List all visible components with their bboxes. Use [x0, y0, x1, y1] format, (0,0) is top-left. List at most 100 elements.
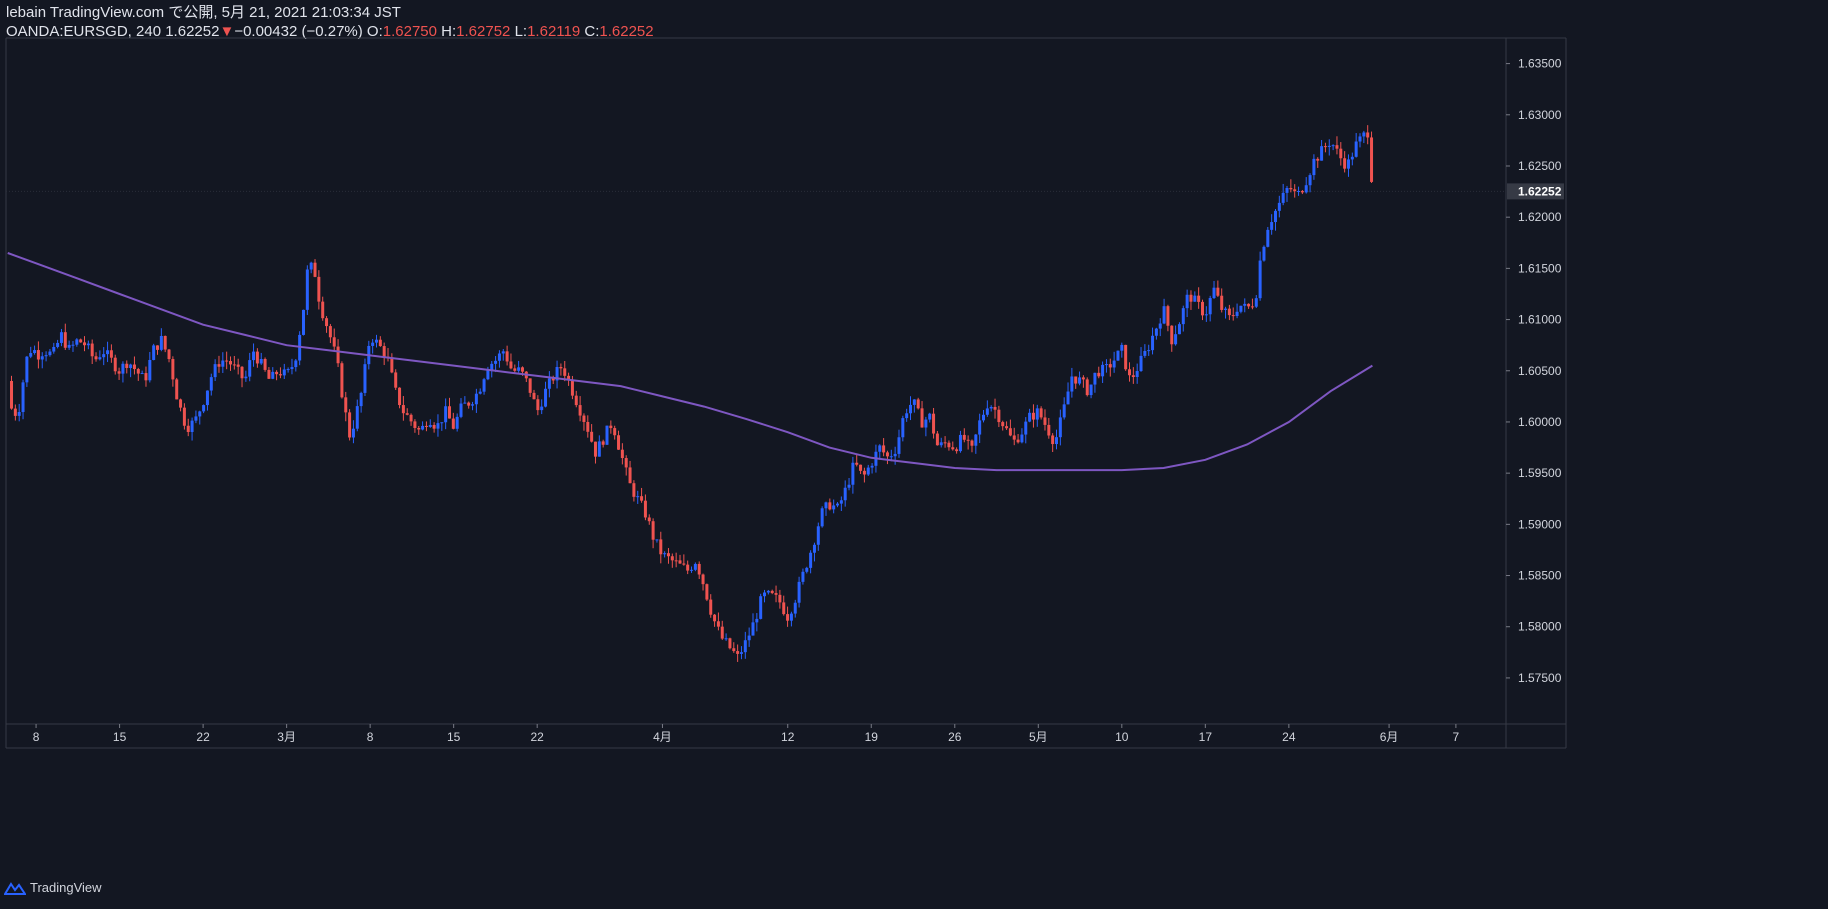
candle-up	[86, 343, 90, 346]
candle-down	[1197, 295, 1201, 302]
candle-up	[148, 359, 152, 381]
candle-up	[1078, 377, 1082, 384]
candle-up	[958, 434, 962, 452]
candle-down	[1370, 137, 1374, 182]
candle-down	[643, 500, 647, 518]
x-tick-label: 8	[33, 730, 40, 744]
candle-up	[1327, 145, 1331, 147]
candle-up	[205, 390, 209, 406]
candle-up	[1281, 192, 1285, 203]
candle-down	[1335, 145, 1339, 149]
candle-down	[144, 373, 148, 381]
candle-up	[1151, 335, 1155, 351]
candle-down	[332, 337, 336, 347]
candle-up	[355, 406, 359, 429]
candle-down	[632, 483, 636, 497]
moving-average-line	[7, 252, 1373, 472]
candle-down	[647, 517, 651, 522]
candle-up	[271, 371, 275, 379]
candle-up	[309, 262, 313, 270]
candle-down	[855, 462, 859, 465]
candle-down	[167, 349, 171, 360]
candle-up	[421, 425, 425, 430]
candle-down	[1216, 287, 1220, 296]
candle-up	[1362, 132, 1366, 137]
candle-down	[563, 368, 567, 376]
candle-up	[17, 412, 21, 416]
candle-down	[528, 378, 532, 393]
candle-down	[786, 614, 790, 621]
candle-down	[263, 359, 267, 370]
candle-down	[255, 351, 259, 364]
candle-down	[217, 364, 221, 367]
candle-up	[1354, 141, 1358, 157]
candle-up	[1320, 146, 1324, 161]
candle-down	[590, 431, 594, 442]
candle-down	[709, 599, 713, 615]
candle-down	[186, 425, 190, 432]
candle-down	[232, 364, 236, 366]
candle-down	[617, 435, 621, 450]
candle-down	[171, 359, 175, 380]
candle-down	[94, 356, 98, 360]
candle-down	[578, 405, 582, 416]
brand-label: TradingView	[30, 880, 102, 895]
candle-up	[1135, 371, 1139, 378]
candle-down	[720, 626, 724, 639]
candle-up	[198, 411, 202, 417]
candle-up	[1235, 311, 1239, 316]
candle-up	[290, 367, 294, 370]
candle-down	[10, 381, 14, 409]
candle-down	[536, 399, 540, 411]
candle-up	[809, 552, 813, 568]
candle-up	[52, 346, 56, 352]
candle-down	[325, 318, 329, 327]
candle-down	[640, 496, 644, 501]
price-chart[interactable]: 1.63500 1.63000 1.62500 1.62000 1.61500 1.610…	[0, 0, 1828, 909]
candle-down	[424, 425, 428, 427]
candle-up	[1070, 376, 1074, 392]
candle-up	[21, 382, 25, 413]
candle-up	[724, 638, 728, 640]
candle-up	[597, 441, 601, 457]
candle-down	[862, 470, 866, 475]
candle-up	[40, 356, 44, 360]
candle-down	[447, 406, 451, 419]
y-tick-label: 1.63500	[1518, 57, 1562, 71]
candle-down	[932, 413, 936, 434]
candle-up	[294, 360, 298, 368]
candle-up	[444, 406, 448, 423]
candle-up	[305, 269, 309, 310]
candle-up	[901, 418, 905, 438]
candle-up	[428, 424, 432, 427]
candle-up	[471, 404, 475, 406]
candle-down	[317, 276, 321, 302]
candle-up	[832, 505, 836, 510]
current-price-label: 1.62252	[1518, 184, 1562, 198]
candle-down	[1316, 158, 1320, 161]
candle-up	[755, 618, 759, 623]
candle-up	[889, 456, 893, 458]
candle-up	[56, 342, 60, 347]
candle-down	[778, 594, 782, 603]
candle-up	[497, 353, 501, 361]
x-tick-label: 17	[1199, 730, 1213, 744]
footer-brand[interactable]: TradingView	[4, 880, 102, 895]
candle-up	[1058, 417, 1062, 438]
candle-down	[705, 584, 709, 600]
y-tick-label: 1.61500	[1518, 261, 1562, 275]
candle-up	[1066, 391, 1070, 405]
candle-down	[63, 332, 67, 348]
candle-down	[659, 539, 663, 555]
candle-down	[532, 392, 536, 400]
candle-up	[1101, 364, 1105, 377]
candle-up	[102, 354, 106, 358]
candle-up	[978, 420, 982, 435]
candle-up	[455, 416, 459, 429]
candle-down	[398, 387, 402, 406]
candle-up	[463, 402, 467, 404]
candle-down	[83, 342, 87, 346]
candle-up	[1312, 158, 1316, 176]
candle-up	[824, 502, 828, 509]
candle-down	[313, 262, 317, 277]
